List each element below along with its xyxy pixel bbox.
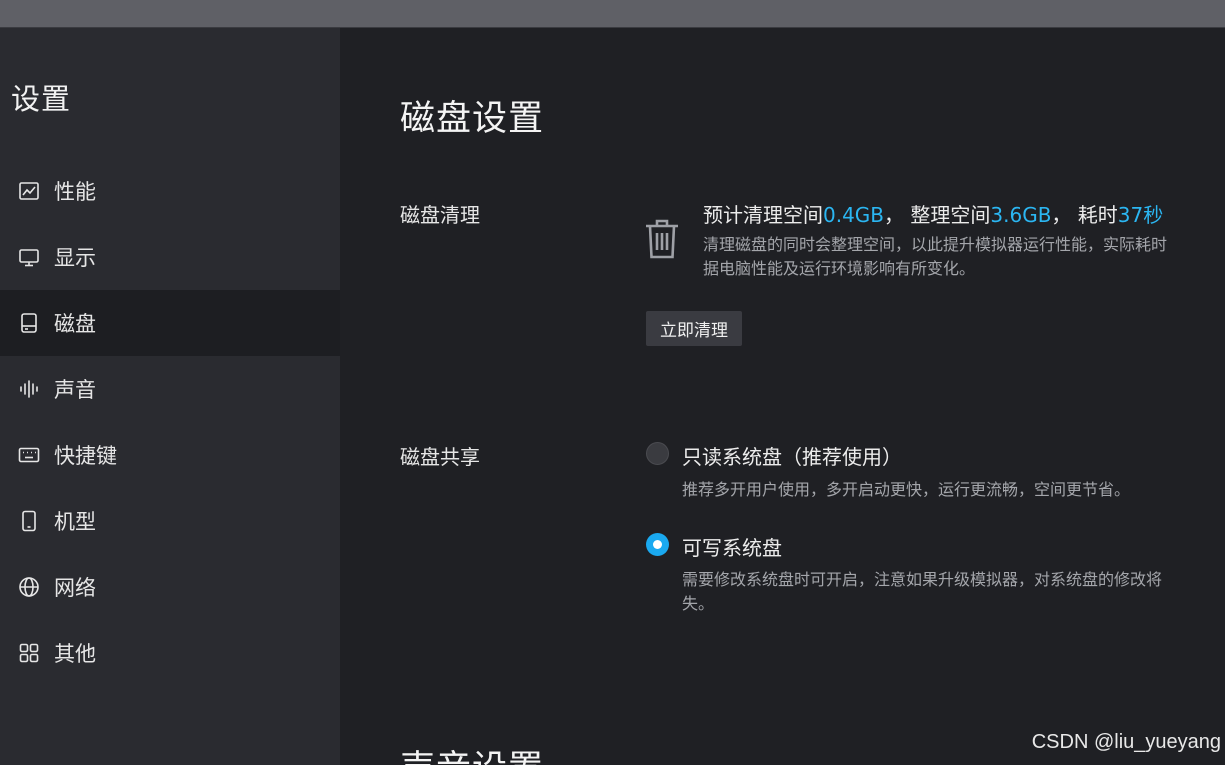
option-desc-line: 失。 [682,594,715,613]
sidebar-item-label: 机型 [54,510,96,534]
sidebar-item-label: 性能 [54,180,96,204]
writable-system-disk-label[interactable]: 可写系统盘 [682,532,782,561]
option-desc-line: 推荐多开用户使用，多开启动更快，运行更流畅，空间更节省。 [682,480,1131,499]
sidebar-item-shortcuts[interactable]: 快捷键 [0,422,340,488]
sidebar-item-label: 显示 [54,246,96,270]
sound-settings-title: 声音设置 [400,740,544,765]
grid-icon [18,642,40,664]
readonly-system-disk-radio[interactable] [646,442,669,465]
cleanup-summary: 预计清理空间0.4GB， 整理空间3.6GB， 耗时37秒 [703,199,1163,228]
sidebar-item-network[interactable]: 网络 [0,554,340,620]
chart-icon [18,180,40,202]
page-title: 磁盘设置 [400,99,545,139]
organize-size-value: 3.6GB [990,203,1052,227]
sidebar-item-disk[interactable]: 磁盘 [0,290,340,356]
globe-icon [18,576,40,598]
settings-content: 磁盘设置 磁盘清理 预计清理空间0.4GB， 整理空间3.6GB， 耗时37秒 … [340,28,1225,765]
summary-prefix: 预计清理空间 [703,203,823,227]
phone-icon [18,510,40,532]
monitor-icon [18,246,40,268]
writable-system-disk-radio[interactable] [646,533,669,556]
readonly-system-disk-description: 推荐多开用户使用，多开启动更快，运行更流畅，空间更节省。 [682,478,1225,502]
sidebar-item-display[interactable]: 显示 [0,224,340,290]
disk-icon [18,312,40,334]
sidebar-item-label: 声音 [54,378,96,402]
sound-wave-icon [18,378,40,400]
watermark: CSDN @liu_yueyang [1031,731,1221,753]
option-desc-line: 需要修改系统盘时可开启，注意如果升级模拟器，对系统盘的修改将 [682,570,1163,589]
sidebar-item-label: 网络 [54,576,96,600]
readonly-system-disk-label[interactable]: 只读系统盘（推荐使用） [682,441,902,470]
sidebar-item-label: 其他 [54,642,96,666]
clean-now-button[interactable]: 立即清理 [646,311,742,346]
summary-organize-label: ， 整理空间 [884,203,991,227]
disk-share-label: 磁盘共享 [400,445,480,469]
summary-duration-label: ， 耗时 [1051,203,1118,227]
sidebar-item-performance[interactable]: 性能 [0,158,340,224]
cleanup-desc-line: 清理磁盘的同时会整理空间，以此提升模拟器运行性能，实际耗时 [703,235,1168,254]
clean-size-value: 0.4GB [823,203,885,227]
sidebar-item-label: 快捷键 [54,444,117,468]
sidebar-title: 设置 [11,82,72,116]
sidebar-item-device-model[interactable]: 机型 [0,488,340,554]
sidebar-item-label: 磁盘 [54,312,96,336]
sidebar-item-other[interactable]: 其他 [0,620,340,686]
window-title-bar [0,0,1225,28]
keyboard-icon [18,444,40,466]
disk-cleanup-label: 磁盘清理 [400,203,480,227]
sidebar: 设置 性能 显示 磁盘 声音 快捷键 机型 网络 其他 [0,28,340,765]
trash-icon [646,219,678,259]
cleanup-desc-line: 据电脑性能及运行环境影响有所变化。 [703,259,976,278]
cleanup-description: 清理磁盘的同时会整理空间，以此提升模拟器运行性能，实际耗时 据电脑性能及运行环境… [703,233,1225,281]
sidebar-item-sound[interactable]: 声音 [0,356,340,422]
duration-value: 37秒 [1117,203,1164,227]
writable-system-disk-description: 需要修改系统盘时可开启，注意如果升级模拟器，对系统盘的修改将 失。 [682,568,1225,616]
